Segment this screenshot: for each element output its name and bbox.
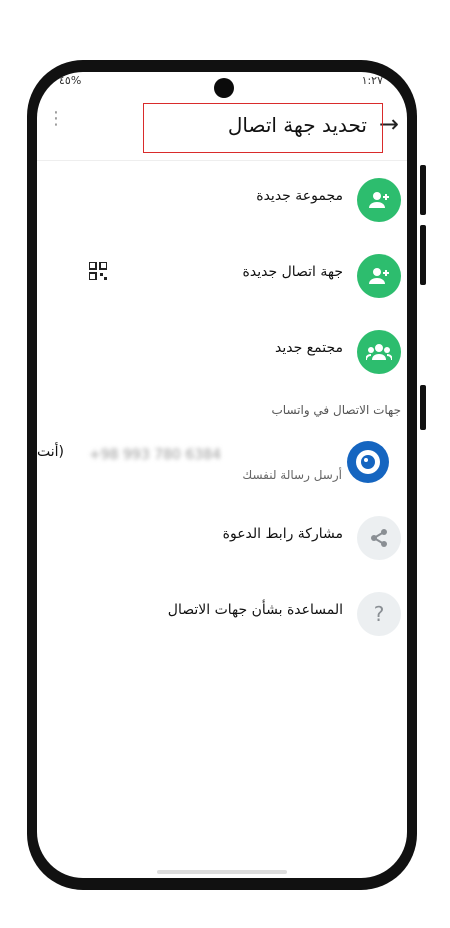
volume-button — [420, 165, 426, 215]
new-community-label: مجتمع جديد — [274, 340, 343, 356]
home-indicator[interactable] — [157, 870, 287, 874]
share-icon — [357, 516, 401, 560]
battery-status: %٤٥ — [59, 74, 82, 87]
contacts-help-label: المساعدة بشأن جهات الاتصال — [167, 602, 343, 618]
section-title: جهات الاتصال في واتساب — [271, 403, 401, 417]
highlight-box — [143, 103, 383, 153]
clock: ١:٢٧ — [361, 74, 383, 87]
person-add-icon — [357, 254, 401, 298]
screen: %٤٥ ١:٢٧ ⋮ تحديد جهة اتصال → مجموعة جديد… — [37, 72, 407, 878]
group-add-icon — [357, 178, 401, 222]
power-button — [420, 385, 426, 430]
qr-code-icon[interactable] — [88, 261, 108, 284]
self-you-label: (أنت — [37, 444, 64, 460]
front-camera — [214, 78, 234, 98]
share-invite-item[interactable]: مشاركة رابط الدعوة — [37, 508, 407, 568]
community-icon — [357, 330, 401, 374]
self-phone-number[interactable]: +98 993 780 6384 — [89, 447, 221, 463]
share-invite-label: مشاركة رابط الدعوة — [222, 526, 343, 542]
volume-button-2 — [420, 225, 426, 285]
self-subtitle: أرسل رسالة لنفسك — [242, 468, 342, 482]
more-vertical-icon[interactable]: ⋮ — [47, 110, 65, 128]
new-group-item[interactable]: مجموعة جديدة — [37, 170, 407, 230]
self-avatar[interactable] — [347, 441, 389, 483]
new-community-item[interactable]: مجتمع جديد — [37, 322, 407, 382]
help-icon: ? — [357, 592, 401, 636]
new-contact-label: جهة اتصال جديدة — [242, 264, 343, 280]
contacts-help-item[interactable]: ? المساعدة بشأن جهات الاتصال — [37, 584, 407, 644]
help-glyph: ? — [373, 602, 385, 626]
new-group-label: مجموعة جديدة — [256, 188, 343, 204]
